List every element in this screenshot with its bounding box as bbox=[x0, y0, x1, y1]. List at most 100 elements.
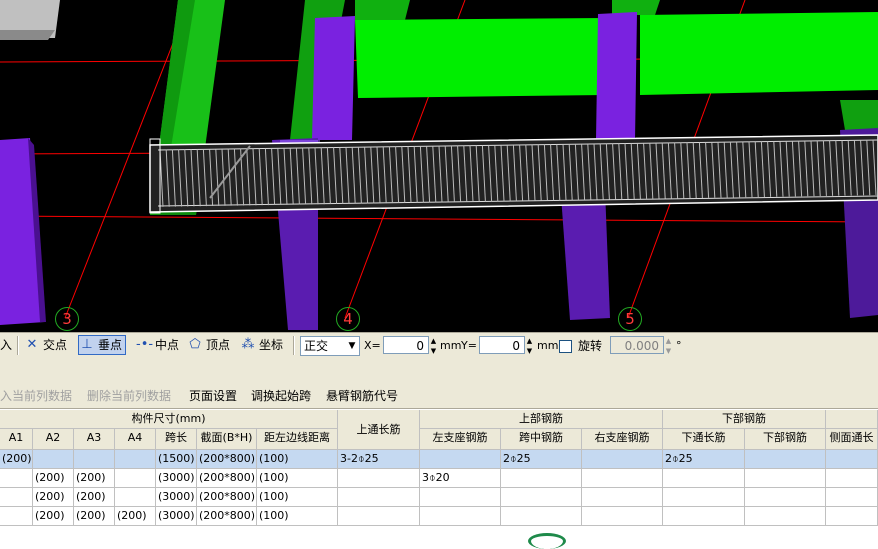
table-cell[interactable] bbox=[663, 488, 745, 507]
table-cell[interactable] bbox=[663, 469, 745, 488]
table-cell[interactable]: (200) bbox=[33, 469, 74, 488]
table-cell[interactable] bbox=[420, 507, 501, 526]
table-cell[interactable] bbox=[115, 450, 156, 469]
3d-scene[interactable] bbox=[0, 0, 878, 332]
table-cell[interactable] bbox=[338, 507, 420, 526]
snap-vertex-label: 顶点 bbox=[206, 338, 231, 352]
snap-coordinate-button[interactable]: ⁂ 坐标 bbox=[240, 335, 284, 355]
swap-start-span-button[interactable]: 调换起始跨 bbox=[251, 384, 311, 408]
snap-midpoint-label: 中点 bbox=[155, 338, 180, 352]
table-cell[interactable] bbox=[74, 450, 115, 469]
table-cell[interactable] bbox=[115, 488, 156, 507]
table-cell[interactable] bbox=[338, 469, 420, 488]
snap-midpoint-button[interactable]: -•- 中点 bbox=[136, 335, 179, 355]
column-header[interactable]: 跨长 bbox=[156, 429, 197, 450]
column-header[interactable]: 跨中钢筋 bbox=[501, 429, 582, 450]
table-cell[interactable]: (100) bbox=[257, 488, 338, 507]
table-cell[interactable]: (200) bbox=[74, 507, 115, 526]
column-header[interactable]: A1 bbox=[0, 429, 33, 450]
table-cell[interactable] bbox=[826, 488, 878, 507]
table-cell[interactable]: (200*800) bbox=[197, 450, 257, 469]
table-cell[interactable]: (200) bbox=[74, 469, 115, 488]
table-cell[interactable] bbox=[582, 488, 663, 507]
ortho-mode-select[interactable]: 正交 ▼ bbox=[300, 336, 360, 356]
table-cell[interactable] bbox=[745, 507, 826, 526]
table-cell[interactable] bbox=[745, 488, 826, 507]
table-cell[interactable]: 3⌽20 bbox=[420, 469, 501, 488]
x-spinner[interactable]: ▲ ▼ bbox=[429, 336, 438, 356]
table-cell[interactable]: 2⌽25 bbox=[501, 450, 582, 469]
table-cell[interactable]: (1500) bbox=[156, 450, 197, 469]
column-header[interactable]: A3 bbox=[74, 429, 115, 450]
table-cell[interactable]: (3000) bbox=[156, 488, 197, 507]
table-cell[interactable] bbox=[663, 507, 745, 526]
snap-perpendicular-button[interactable]: ⊥ 垂点 bbox=[78, 335, 127, 355]
3d-viewport[interactable]: 3 4 5 bbox=[0, 0, 878, 332]
column-header[interactable]: A4 bbox=[115, 429, 156, 450]
column-header[interactable]: 下通长筋 bbox=[663, 429, 745, 450]
table-cell[interactable]: (100) bbox=[257, 469, 338, 488]
cantilever-rebar-code-button[interactable]: 悬臂钢筋代号 bbox=[326, 384, 398, 408]
snap-cut-item[interactable]: 入 bbox=[0, 335, 12, 355]
table-cell[interactable] bbox=[826, 469, 878, 488]
table-cell[interactable]: (100) bbox=[257, 450, 338, 469]
coordinate-icon: ⁂ bbox=[241, 337, 255, 352]
table-cell[interactable] bbox=[745, 469, 826, 488]
table-cell[interactable]: (3000) bbox=[156, 507, 197, 526]
y-spinner[interactable]: ▲ ▼ bbox=[525, 336, 534, 356]
table-cell[interactable]: (100) bbox=[257, 507, 338, 526]
table-cell[interactable] bbox=[338, 488, 420, 507]
column-header[interactable]: 下部钢筋 bbox=[745, 429, 826, 450]
table-cell[interactable] bbox=[501, 469, 582, 488]
chevron-down-icon[interactable]: ▼ bbox=[345, 337, 359, 355]
snap-intersection-button[interactable]: ✕ 交点 bbox=[24, 335, 67, 355]
table-cell[interactable] bbox=[0, 469, 33, 488]
table-cell[interactable] bbox=[745, 450, 826, 469]
table-toolbar: 入当前列数据 删除当前列数据 页面设置 调换起始跨 悬臂钢筋代号 bbox=[0, 384, 878, 409]
table-cell[interactable]: 3-2⌽25 bbox=[338, 450, 420, 469]
selected-beam-icon[interactable] bbox=[149, 134, 878, 213]
y-coordinate-input[interactable]: 0 bbox=[479, 336, 525, 354]
table-cell[interactable]: (200*800) bbox=[197, 507, 257, 526]
table-cell[interactable] bbox=[826, 450, 878, 469]
table-cell[interactable]: (200) bbox=[33, 507, 74, 526]
rebar-table[interactable]: 构件尺寸(mm) 上通长筋 上部钢筋 下部钢筋 A1 A2 A3 A4 跨长 截面(B*H) 距左边… bbox=[0, 410, 878, 540]
snap-vertex-button[interactable]: ⬠ 顶点 bbox=[187, 335, 230, 355]
table-cell[interactable] bbox=[582, 469, 663, 488]
table-cell[interactable]: 2⌽25 bbox=[663, 450, 745, 469]
table-cell[interactable] bbox=[0, 507, 33, 526]
page-setup-button[interactable]: 页面设置 bbox=[189, 384, 237, 408]
rotate-checkbox[interactable] bbox=[559, 340, 572, 353]
table-cell[interactable] bbox=[501, 488, 582, 507]
table-cell[interactable]: (200) bbox=[115, 507, 156, 526]
table-cell[interactable] bbox=[33, 450, 74, 469]
table-cell[interactable] bbox=[826, 507, 878, 526]
insert-column-data-button[interactable]: 入当前列数据 bbox=[0, 384, 72, 408]
table-cell[interactable] bbox=[420, 488, 501, 507]
x-coordinate-input[interactable]: 0 bbox=[383, 336, 429, 354]
table-cell[interactable] bbox=[582, 450, 663, 469]
table-cell[interactable]: (200) bbox=[0, 450, 33, 469]
delete-column-data-button[interactable]: 删除当前列数据 bbox=[87, 384, 171, 408]
table-cell[interactable]: (200*800) bbox=[197, 488, 257, 507]
axis-label-3: 3 bbox=[55, 307, 79, 331]
table-cell[interactable]: (200*800) bbox=[197, 469, 257, 488]
table-cell[interactable]: (3000) bbox=[156, 469, 197, 488]
table-cell[interactable] bbox=[115, 469, 156, 488]
table-cell[interactable] bbox=[501, 507, 582, 526]
column-header[interactable]: A2 bbox=[33, 429, 74, 450]
column-header[interactable]: 右支座钢筋 bbox=[582, 429, 663, 450]
table-cell[interactable] bbox=[0, 488, 33, 507]
table-cell[interactable]: (200) bbox=[33, 488, 74, 507]
column-header[interactable]: 距左边线距离 bbox=[257, 429, 338, 450]
rotate-spinner[interactable]: ▲ ▼ bbox=[664, 336, 673, 356]
column-header[interactable]: 截面(B*H) bbox=[197, 429, 257, 450]
column-header[interactable]: 侧面通长 bbox=[826, 429, 878, 450]
table-cell[interactable]: (200) bbox=[74, 488, 115, 507]
table-cell[interactable] bbox=[420, 450, 501, 469]
header-top-continuous[interactable]: 上通长筋 bbox=[338, 410, 420, 450]
column-header[interactable]: 左支座钢筋 bbox=[420, 429, 501, 450]
rotate-angle-input[interactable]: 0.000 bbox=[610, 336, 664, 354]
table-cell[interactable] bbox=[582, 507, 663, 526]
vertex-icon: ⬠ bbox=[189, 337, 201, 352]
